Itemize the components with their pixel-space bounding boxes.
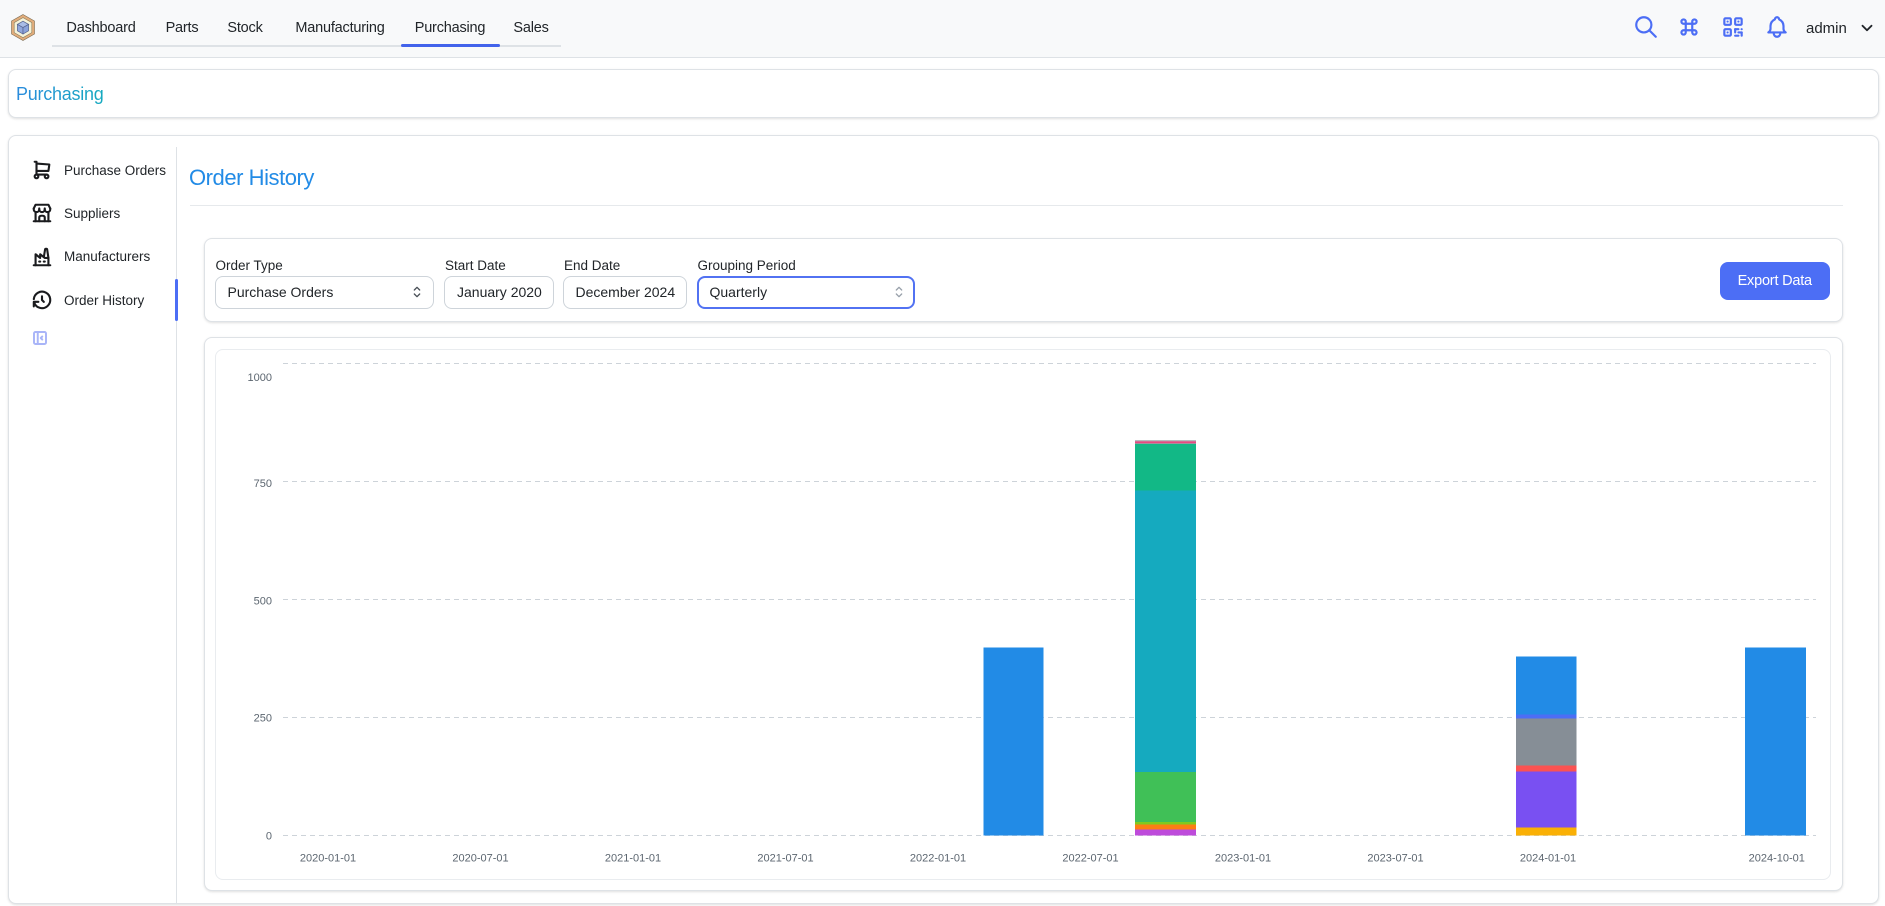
svg-text:2023-07-01: 2023-07-01 [1367, 852, 1423, 864]
svg-text:750: 750 [254, 478, 272, 490]
svg-text:2020-07-01: 2020-07-01 [452, 852, 508, 864]
svg-text:2022-01-01: 2022-01-01 [910, 852, 966, 864]
svg-text:2021-07-01: 2021-07-01 [757, 852, 813, 864]
svg-text:2024-01-01: 2024-01-01 [1520, 852, 1576, 864]
svg-text:2020-01-01: 2020-01-01 [300, 852, 356, 864]
svg-text:2021-01-01: 2021-01-01 [605, 852, 661, 864]
svg-text:250: 250 [254, 712, 272, 724]
svg-text:2024-10-01: 2024-10-01 [1749, 852, 1805, 864]
svg-text:0: 0 [266, 830, 272, 842]
svg-text:500: 500 [254, 595, 272, 607]
svg-text:2023-01-01: 2023-01-01 [1215, 852, 1271, 864]
svg-text:2022-07-01: 2022-07-01 [1062, 852, 1118, 864]
svg-text:1000: 1000 [248, 372, 272, 384]
